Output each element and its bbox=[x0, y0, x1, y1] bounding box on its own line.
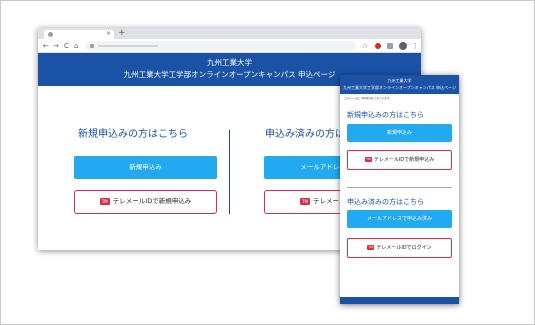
mobile-telemail-new-registration-label: テレメールIDで新規申込み bbox=[373, 157, 435, 163]
new-applicant-section: 新規申込みの方はこちら 新規申込み TM テレメールIDで新規申込み bbox=[38, 86, 228, 250]
reload-icon[interactable]: C bbox=[64, 41, 69, 51]
screenshot-frame: × + ← → C ⌂ ☆ ⋮ 九州工業大学 九州工業大学工学部オンラインオープ… bbox=[0, 0, 535, 325]
browser-menu-icon[interactable]: ⋮ bbox=[412, 41, 419, 51]
extensions-puzzle-icon[interactable] bbox=[387, 43, 393, 49]
mobile-new-registration-button[interactable]: 新規申込み bbox=[347, 124, 452, 142]
bookmark-star-icon[interactable]: ☆ bbox=[362, 41, 368, 51]
lock-icon bbox=[90, 44, 94, 48]
url-text-blurred bbox=[98, 45, 158, 47]
telemail-logo-icon: TM bbox=[367, 245, 375, 250]
mobile-notice-text: このページは、SSL暗号化 されています。 bbox=[344, 97, 392, 100]
university-name: 九州工業大学 bbox=[207, 58, 252, 67]
forward-icon[interactable]: → bbox=[53, 41, 59, 51]
mobile-page-title: 九州工業大学工学部オンラインオープンキャンパス 申込ページ bbox=[343, 85, 456, 90]
telemail-new-registration-label: テレメールIDで新規申込み bbox=[112, 197, 192, 205]
new-tab-button[interactable]: + bbox=[118, 28, 126, 39]
browser-toolbar: ← → C ⌂ ☆ ⋮ bbox=[38, 39, 421, 53]
address-bar[interactable] bbox=[86, 41, 356, 51]
mobile-footer bbox=[340, 297, 459, 304]
home-icon[interactable]: ⌂ bbox=[74, 41, 78, 51]
close-tab-icon[interactable]: × bbox=[106, 29, 111, 38]
telemail-logo-icon: TM bbox=[99, 197, 110, 205]
mobile-telemail-login-label: テレメールIDでログイン bbox=[376, 245, 432, 251]
back-icon[interactable]: ← bbox=[43, 41, 49, 51]
profile-avatar-icon[interactable] bbox=[399, 42, 407, 50]
new-registration-button[interactable]: 新規申込み bbox=[74, 156, 217, 179]
favicon-icon bbox=[48, 32, 53, 37]
section-divider bbox=[229, 130, 230, 214]
mobile-university-name: 九州工業大学 bbox=[387, 78, 412, 83]
mobile-new-applicant-heading: 新規申込みの方はこちら bbox=[347, 111, 424, 119]
telemail-logo-icon: TM bbox=[300, 197, 311, 205]
mobile-screen: 九州工業大学 九州工業大学工学部オンラインオープンキャンパス 申込ページ このペ… bbox=[340, 75, 459, 304]
mobile-existing-applicant-heading: 申込み済みの方はこちら bbox=[347, 198, 424, 206]
browser-tab[interactable]: × bbox=[44, 30, 114, 39]
mobile-telemail-login-button[interactable]: TM テレメールIDでログイン bbox=[347, 238, 452, 258]
telemail-logo-icon: TM bbox=[364, 157, 372, 162]
mobile-header-banner: 九州工業大学 九州工業大学工学部オンラインオープンキャンパス 申込ページ bbox=[340, 75, 459, 94]
mobile-section-divider bbox=[347, 187, 452, 188]
new-applicant-heading: 新規申込みの方はこちら bbox=[78, 129, 188, 140]
mobile-email-login-button[interactable]: メールアドレスで申込み済み bbox=[347, 210, 452, 228]
extension-icon[interactable] bbox=[375, 43, 381, 49]
mobile-telemail-new-registration-button[interactable]: TM テレメールIDで新規申込み bbox=[347, 150, 452, 170]
browser-tab-strip: × + bbox=[38, 28, 421, 39]
telemail-new-registration-button[interactable]: TM テレメールIDで新規申込み bbox=[74, 190, 217, 214]
